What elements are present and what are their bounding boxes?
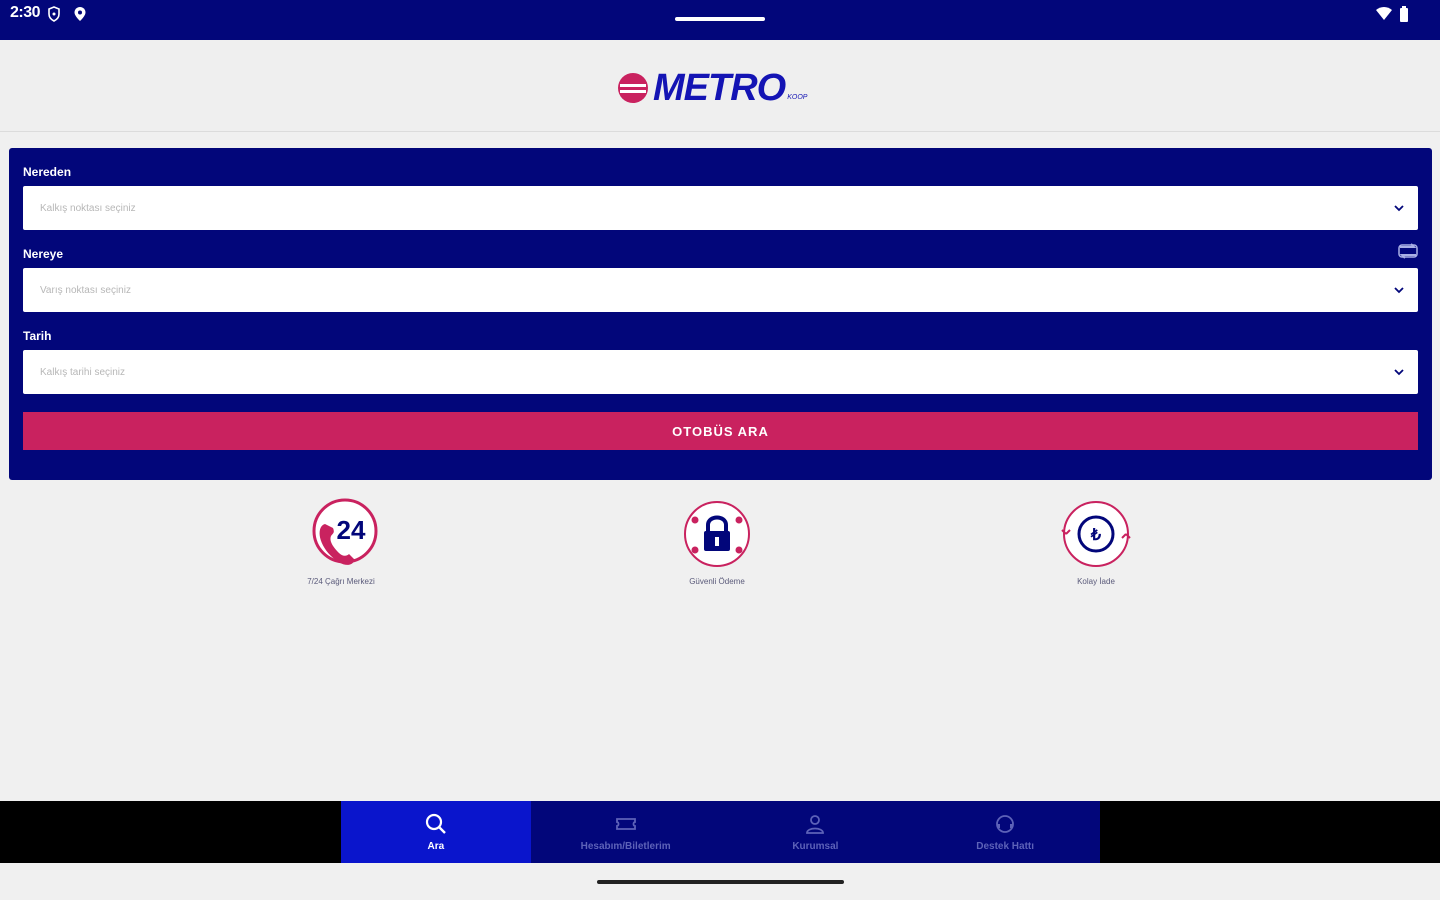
feature-badge-24: 24 bbox=[337, 515, 366, 545]
from-placeholder: Kalkış noktası seçiniz bbox=[40, 202, 136, 214]
to-select[interactable]: Varış noktası seçiniz bbox=[23, 268, 1418, 312]
logo-text: METRO bbox=[653, 66, 786, 109]
bottom-nav: Ara Hesabım/Biletlerim Kurumsal Destek H… bbox=[341, 801, 1100, 863]
metro-logo-emblem bbox=[618, 73, 648, 103]
nav-item-support[interactable]: Destek Hattı bbox=[910, 801, 1100, 863]
status-handle bbox=[675, 17, 765, 21]
support-icon bbox=[996, 814, 1015, 833]
wifi-icon bbox=[1376, 7, 1392, 26]
ticket-icon bbox=[615, 817, 636, 830]
nav-item-corporate[interactable]: Kurumsal bbox=[721, 801, 911, 863]
from-select[interactable]: Kalkış noktası seçiniz bbox=[23, 186, 1418, 230]
nav-item-search[interactable]: Ara bbox=[341, 801, 531, 863]
chevron-down-icon bbox=[1392, 201, 1406, 220]
status-bar: 2:30 bbox=[0, 0, 1440, 40]
search-icon bbox=[425, 813, 446, 834]
secure-lock-icon bbox=[684, 501, 750, 567]
location-icon bbox=[73, 6, 87, 27]
refund-icon: ₺ bbox=[1061, 501, 1131, 567]
nav-item-tickets[interactable]: Hesabım/Biletlerim bbox=[531, 801, 721, 863]
bus-search-button[interactable]: OTOBÜS ARA bbox=[23, 412, 1418, 450]
feature-easy-refund: ₺ Kolay İade bbox=[1036, 498, 1156, 586]
search-panel: Nereden Kalkış noktası seçiniz Nereye Va… bbox=[9, 148, 1432, 480]
logo-suffix: KOOP bbox=[787, 93, 808, 101]
svg-text:₺: ₺ bbox=[1090, 527, 1102, 544]
date-label: Tarih bbox=[23, 329, 52, 343]
chevron-down-icon bbox=[1392, 283, 1406, 302]
to-placeholder: Varış noktası seçiniz bbox=[40, 284, 131, 296]
nav-label: Hesabım/Biletlerim bbox=[580, 840, 671, 852]
from-label: Nereden bbox=[23, 165, 72, 179]
bottom-navigation-bar: Ara Hesabım/Biletlerim Kurumsal Destek H… bbox=[0, 801, 1440, 863]
24-hour-phone-icon: 24 bbox=[312, 498, 378, 565]
gesture-area bbox=[0, 863, 1440, 900]
feature-caption: 7/24 Çağrı Merkezi bbox=[307, 577, 375, 586]
chevron-down-icon bbox=[1392, 365, 1406, 384]
swap-icon[interactable] bbox=[1397, 241, 1419, 266]
to-label: Nereye bbox=[23, 247, 64, 261]
feature-caption: Güvenli Ödeme bbox=[689, 577, 745, 586]
nav-label: Kurumsal bbox=[792, 840, 839, 852]
app-header: METRO KOOP bbox=[0, 40, 1440, 132]
battery-icon bbox=[1399, 6, 1409, 27]
nav-label: Ara bbox=[427, 840, 445, 852]
feature-caption: Kolay İade bbox=[1077, 577, 1115, 586]
feature-call-center: 24 7/24 Çağrı Merkezi bbox=[281, 498, 401, 586]
date-select[interactable]: Kalkış tarihi seçiniz bbox=[23, 350, 1418, 394]
date-placeholder: Kalkış tarihi seçiniz bbox=[40, 366, 126, 378]
user-icon bbox=[806, 814, 825, 834]
metro-logo: METRO KOOP bbox=[617, 66, 808, 109]
status-time: 2:30 bbox=[10, 4, 41, 21]
home-gesture-bar[interactable] bbox=[597, 880, 844, 884]
nav-label: Destek Hattı bbox=[976, 840, 1035, 852]
shield-icon bbox=[47, 6, 61, 27]
feature-secure-payment: Güvenli Ödeme bbox=[657, 498, 777, 586]
